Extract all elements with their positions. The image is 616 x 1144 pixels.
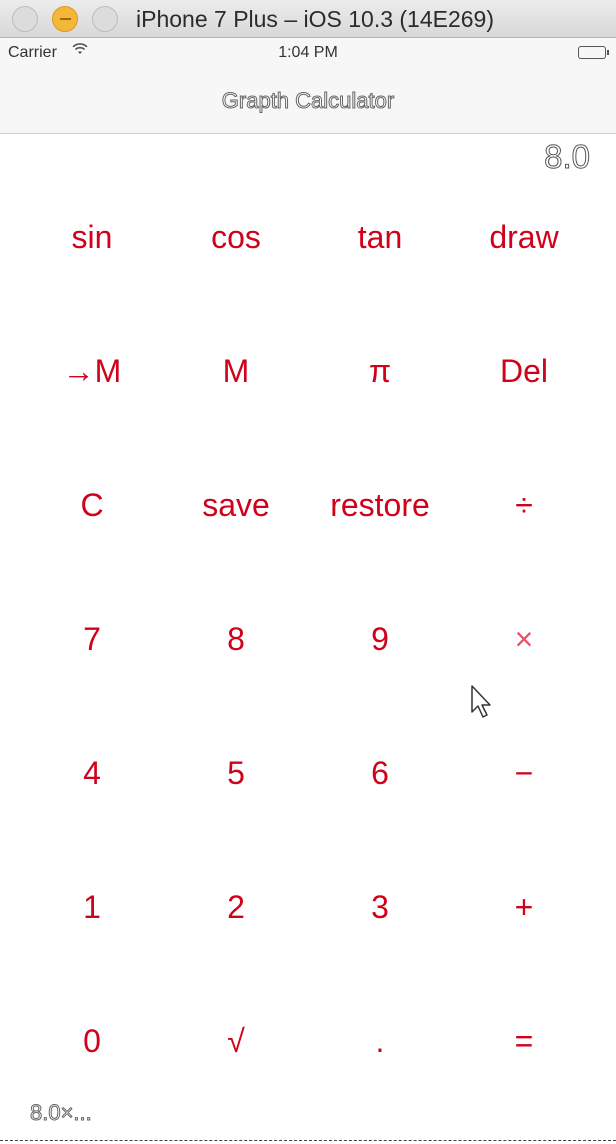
clear-button[interactable]: C	[20, 438, 164, 572]
set-memory-button[interactable]: →M	[20, 304, 164, 438]
key-row: 7 8 9 ×	[20, 572, 596, 706]
window-zoom-button[interactable]	[92, 6, 118, 32]
key-row: 1 2 3 +	[20, 840, 596, 974]
divider	[0, 1140, 616, 1144]
battery-icon	[578, 46, 609, 59]
digit-1-button[interactable]: 1	[20, 840, 164, 974]
square-root-button[interactable]: √	[164, 974, 308, 1108]
draw-button[interactable]: draw	[452, 170, 596, 304]
keypad: sin cos tan draw →M M π Del C save resto…	[20, 170, 596, 1108]
delete-button[interactable]: Del	[452, 304, 596, 438]
key-row: →M M π Del	[20, 304, 596, 438]
page-title: Grapth Calculator	[221, 88, 395, 114]
sin-button[interactable]: sin	[20, 170, 164, 304]
digit-8-button[interactable]: 8	[164, 572, 308, 706]
key-row: 4 5 6 −	[20, 706, 596, 840]
window-close-button[interactable]	[12, 6, 38, 32]
equals-button[interactable]: =	[452, 974, 596, 1108]
mouse-pointer-icon	[470, 684, 494, 720]
cos-button[interactable]: cos	[164, 170, 308, 304]
key-row: C save restore ÷	[20, 438, 596, 572]
digit-7-button[interactable]: 7	[20, 572, 164, 706]
digit-5-button[interactable]: 5	[164, 706, 308, 840]
digit-2-button[interactable]: 2	[164, 840, 308, 974]
key-row: sin cos tan draw	[20, 170, 596, 304]
memory-button[interactable]: M	[164, 304, 308, 438]
navigation-bar: Grapth Calculator	[0, 68, 616, 134]
divide-button[interactable]: ÷	[452, 438, 596, 572]
digit-0-button[interactable]: 0	[20, 974, 164, 1108]
save-button[interactable]: save	[164, 438, 308, 572]
window-minimize-button[interactable]	[52, 6, 78, 32]
decimal-point-button[interactable]: .	[308, 974, 452, 1108]
key-row: 0 √ . =	[20, 974, 596, 1108]
digit-3-button[interactable]: 3	[308, 840, 452, 974]
subtract-button[interactable]: −	[452, 706, 596, 840]
add-button[interactable]: +	[452, 840, 596, 974]
history-label: 8.0×...	[30, 1100, 93, 1126]
digit-9-button[interactable]: 9	[308, 572, 452, 706]
window-title: iPhone 7 Plus – iOS 10.3 (14E269)	[136, 6, 495, 32]
digit-4-button[interactable]: 4	[20, 706, 164, 840]
restore-button[interactable]: restore	[308, 438, 452, 572]
simulator-title-bar: iPhone 7 Plus – iOS 10.3 (14E269)	[0, 0, 616, 38]
status-bar: Carrier 1:04 PM	[0, 38, 616, 68]
digit-6-button[interactable]: 6	[308, 706, 452, 840]
tan-button[interactable]: tan	[308, 170, 452, 304]
status-time: 1:04 PM	[278, 44, 338, 61]
pi-button[interactable]: π	[308, 304, 452, 438]
